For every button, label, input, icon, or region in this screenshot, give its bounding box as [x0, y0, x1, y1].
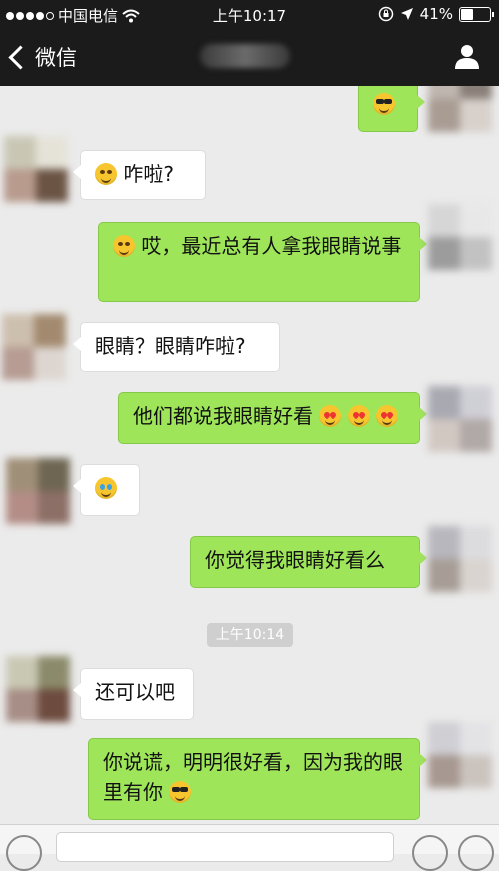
- message-bubble-incoming[interactable]: 咋啦?: [73, 150, 206, 200]
- message-bubble-outgoing[interactable]: 他们都说我眼睛好看: [118, 392, 427, 444]
- message-text: 你觉得我眼睛好看么: [205, 548, 385, 572]
- location-arrow-icon: [400, 8, 413, 20]
- message-bubble-incoming[interactable]: 眼睛？眼睛咋啦?: [73, 322, 280, 372]
- cool-emoji-icon: [373, 93, 395, 115]
- my-avatar[interactable]: [428, 86, 492, 132]
- status-right: 41%: [378, 5, 494, 23]
- voice-icon[interactable]: [6, 835, 42, 871]
- battery-icon: [459, 6, 494, 22]
- heart-eyes-emoji-icon: [319, 405, 342, 427]
- laugh-cry-emoji-icon: [95, 477, 117, 499]
- message-text: 眼睛？眼睛咋啦?: [95, 334, 246, 358]
- message-bubble-outgoing[interactable]: 你觉得我眼睛好看么: [190, 536, 427, 588]
- message-bubble-incoming[interactable]: 还可以吧: [73, 668, 194, 720]
- battery-percent: 41%: [419, 5, 453, 23]
- message-input[interactable]: [56, 832, 394, 862]
- my-avatar[interactable]: [428, 526, 492, 592]
- heart-eyes-emoji-icon: [376, 405, 399, 427]
- message-text: 哎，最近总有人拿我眼睛说事: [141, 234, 402, 258]
- message-bubble-incoming[interactable]: [73, 464, 140, 516]
- message-bubble-outgoing[interactable]: 你说谎，明明很好看，因为我的眼里有你: [88, 738, 427, 820]
- back-label: 微信: [35, 46, 77, 70]
- contact-avatar[interactable]: [6, 458, 70, 524]
- contact-avatar[interactable]: [4, 136, 68, 202]
- cool-emoji-icon: [169, 781, 192, 803]
- nav-bar: 微信: [0, 28, 499, 86]
- flushed-emoji-icon: [113, 235, 135, 257]
- contact-avatar[interactable]: [6, 656, 70, 722]
- input-bar: [0, 824, 499, 871]
- profile-icon[interactable]: [453, 42, 481, 70]
- chevron-left-icon: [8, 44, 33, 70]
- chat-timestamp: 上午10:14: [207, 623, 293, 647]
- heart-eyes-emoji-icon: [347, 405, 370, 427]
- emoji-icon[interactable]: [412, 835, 448, 871]
- chat-title-redacted: [200, 44, 290, 68]
- message-bubble-outgoing[interactable]: [358, 86, 425, 132]
- back-button[interactable]: 微信: [8, 42, 77, 72]
- chat-area[interactable]: 咋啦? 哎，最近总有人拿我眼睛说事 眼睛？眼睛咋啦? 他们都说我眼睛好看 你觉得…: [0, 86, 499, 824]
- grin-emoji-icon: [95, 163, 117, 185]
- rotation-lock-icon: [378, 6, 393, 22]
- message-bubble-outgoing[interactable]: 哎，最近总有人拿我眼睛说事: [98, 222, 427, 302]
- contact-avatar[interactable]: [2, 314, 66, 380]
- message-text: 你说谎，明明很好看，因为我的眼里有你: [103, 750, 403, 804]
- status-bar: 中国电信 上午10:17 41%: [0, 0, 499, 28]
- message-text: 咋啦?: [123, 162, 174, 186]
- my-avatar[interactable]: [428, 386, 492, 452]
- plus-icon[interactable]: [458, 835, 494, 871]
- my-avatar[interactable]: [428, 204, 492, 270]
- my-avatar[interactable]: [428, 722, 492, 788]
- message-text: 还可以吧: [95, 680, 175, 704]
- message-text: 他们都说我眼睛好看: [133, 404, 313, 428]
